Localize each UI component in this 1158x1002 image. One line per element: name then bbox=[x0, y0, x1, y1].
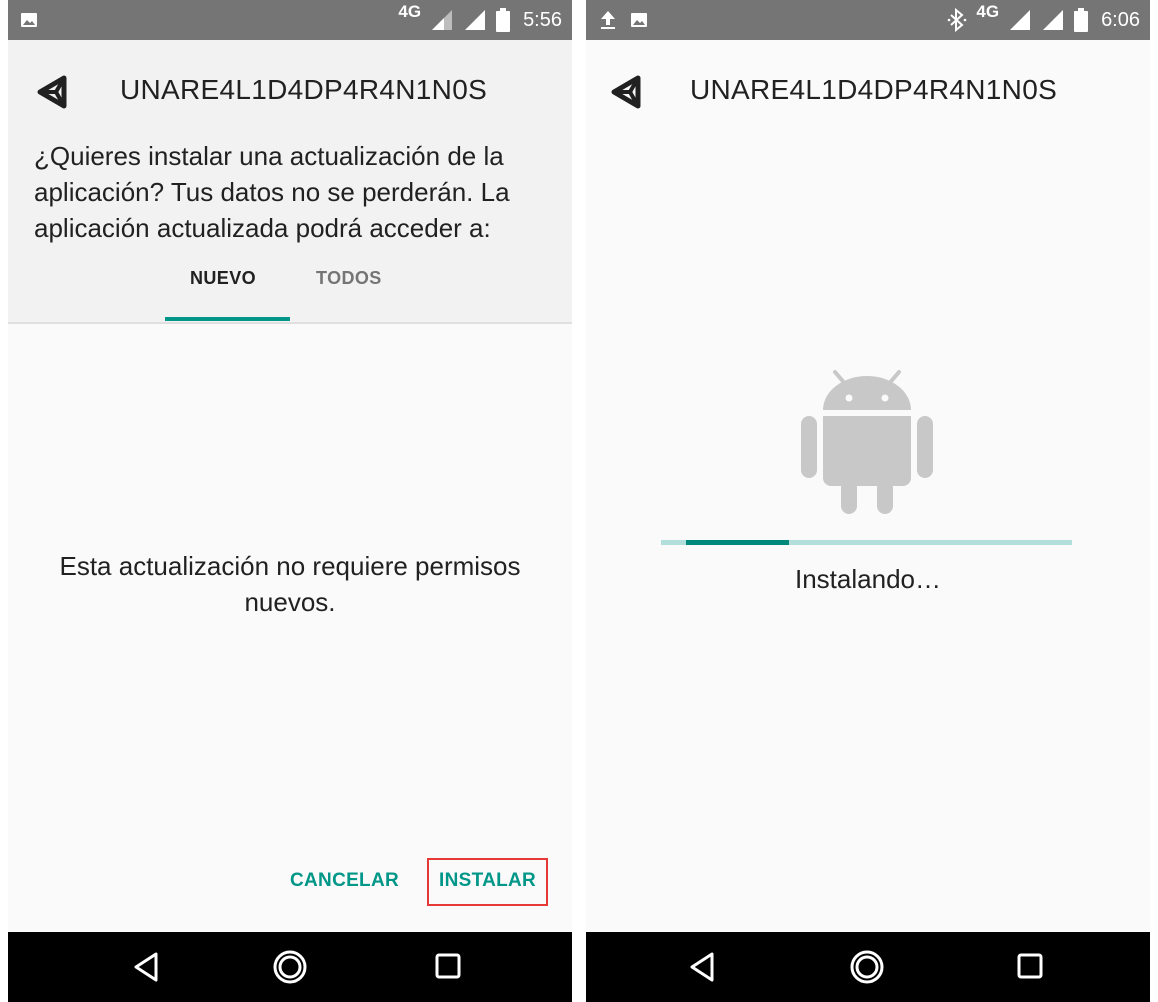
status-bar: 4G 5:56 bbox=[8, 0, 572, 40]
unity-icon bbox=[611, 75, 641, 109]
clock: 5:56 bbox=[523, 8, 562, 31]
android-robot-icon bbox=[801, 370, 933, 514]
image-notification-icon bbox=[631, 13, 647, 27]
cancel-button[interactable]: CANCELAR bbox=[290, 870, 399, 892]
network-type: 4G bbox=[398, 2, 422, 21]
unity-icon bbox=[37, 75, 67, 109]
image-notification-icon bbox=[21, 13, 37, 27]
app-title: UNARE4L1D4DP4R4N1N0S bbox=[690, 74, 1058, 105]
progress-fill bbox=[686, 540, 789, 545]
install-dialog-screen: 4G 5:56 UNARE4L1D4DP4R4N1N0S ¿Quieres in… bbox=[8, 0, 572, 1002]
home-icon[interactable] bbox=[848, 948, 886, 986]
installing-status: Instalando… bbox=[795, 564, 941, 594]
recents-icon[interactable] bbox=[1016, 952, 1044, 980]
signal-icon bbox=[1010, 10, 1031, 30]
clock: 6:06 bbox=[1101, 8, 1140, 31]
network-type: 4G bbox=[976, 2, 1000, 21]
tab-nuevo[interactable]: NUEVO bbox=[190, 268, 256, 289]
recents-icon[interactable] bbox=[434, 952, 462, 980]
tab-selected-indicator bbox=[165, 317, 290, 321]
battery-icon bbox=[496, 8, 511, 32]
back-icon[interactable] bbox=[132, 951, 160, 983]
install-prompt: ¿Quieres instalar una actualización de l… bbox=[34, 141, 510, 243]
tab-todos[interactable]: TODOS bbox=[316, 268, 382, 289]
upload-icon bbox=[601, 11, 615, 29]
bluetooth-icon bbox=[948, 8, 967, 32]
navigation-bar bbox=[586, 932, 1150, 1002]
battery-icon bbox=[1074, 8, 1089, 32]
back-icon[interactable] bbox=[688, 951, 716, 983]
navigation-bar bbox=[8, 932, 572, 1002]
home-icon[interactable] bbox=[271, 948, 309, 986]
status-bar: 4G 6:06 bbox=[586, 0, 1150, 40]
installing-screen: 4G 6:06 UNARE4L1D4DP4R4N1N0S Instalando… bbox=[586, 0, 1150, 1002]
signal-icon bbox=[465, 10, 486, 30]
signal-icon bbox=[1043, 10, 1064, 30]
app-title: UNARE4L1D4DP4R4N1N0S bbox=[120, 74, 488, 105]
signal-icon bbox=[432, 10, 453, 30]
install-button[interactable]: INSTALAR bbox=[439, 870, 536, 892]
no-permissions-message: Esta actualización no requiere permisos … bbox=[59, 551, 521, 617]
